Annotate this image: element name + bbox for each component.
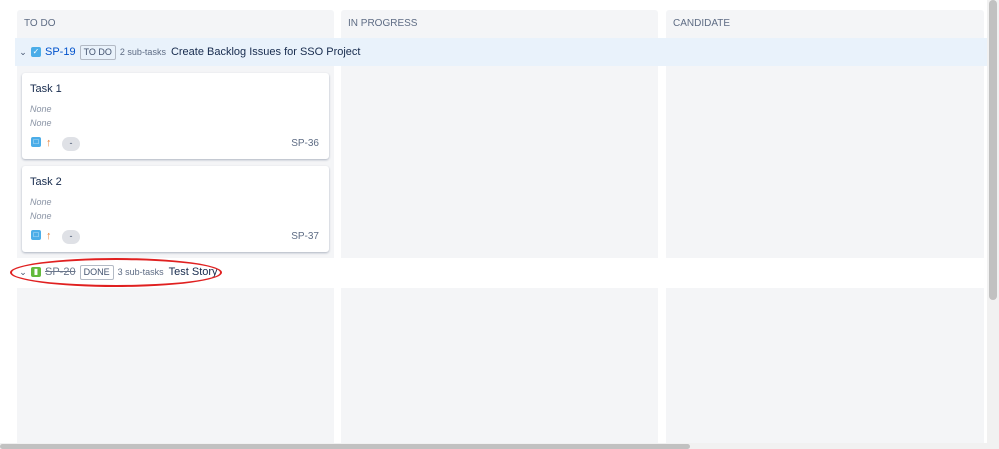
column-header-in-progress: IN PROGRESS bbox=[341, 10, 658, 38]
card-key: SP-36 bbox=[291, 138, 319, 149]
priority-high-icon: ↑ bbox=[46, 137, 52, 149]
subtask-icon: □ bbox=[31, 230, 41, 240]
column-cell-todo bbox=[17, 288, 334, 443]
swimlane-header-sp-20[interactable]: ⌄ ▮ SP-20 DONE 3 sub-tasks Test Story bbox=[15, 258, 987, 286]
card-field: None bbox=[30, 211, 52, 221]
issue-summary: Create Backlog Issues for SSO Project bbox=[170, 46, 361, 58]
task-checkbox-icon: ✓ bbox=[31, 47, 41, 57]
swimlane-header-sp-19[interactable]: ⌄ ✓ SP-19 TO DO 2 sub-tasks Create Backl… bbox=[15, 38, 987, 66]
subtask-count: 2 sub-tasks bbox=[119, 47, 166, 57]
horizontal-scrollbar-thumb[interactable] bbox=[0, 444, 690, 449]
vertical-scrollbar-thumb[interactable] bbox=[989, 0, 997, 300]
column-header-label: TO DO bbox=[24, 18, 56, 29]
column-cell-candidate bbox=[666, 288, 984, 443]
column-cell-in-progress bbox=[341, 288, 658, 443]
issue-key-link[interactable]: SP-20 bbox=[45, 266, 76, 278]
column-header-label: IN PROGRESS bbox=[348, 18, 418, 29]
card-title: Task 2 bbox=[30, 176, 62, 188]
subtask-count: 3 sub-tasks bbox=[117, 267, 164, 277]
status-badge: DONE bbox=[79, 264, 114, 280]
avatar[interactable]: - bbox=[62, 137, 80, 151]
column-cell-in-progress bbox=[341, 66, 658, 258]
column-cell-candidate bbox=[666, 66, 984, 258]
story-icon: ▮ bbox=[31, 267, 41, 277]
status-badge: TO DO bbox=[79, 44, 116, 60]
chevron-down-icon[interactable]: ⌄ bbox=[17, 47, 29, 58]
vertical-scrollbar[interactable] bbox=[987, 0, 999, 449]
card-key: SP-37 bbox=[291, 231, 319, 242]
column-header-todo: TO DO bbox=[17, 10, 334, 38]
card-field: None bbox=[30, 197, 52, 207]
card-field: None bbox=[30, 118, 52, 128]
column-header-label: CANDIDATE bbox=[673, 18, 731, 29]
issue-card-sp-37[interactable]: Task 2 None None □ ↑ - SP-37 bbox=[22, 166, 329, 252]
card-field: None bbox=[30, 104, 52, 114]
issue-key-link[interactable]: SP-19 bbox=[45, 46, 76, 58]
card-title: Task 1 bbox=[30, 83, 62, 95]
priority-high-icon: ↑ bbox=[46, 230, 52, 242]
issue-summary: Test Story bbox=[168, 266, 218, 278]
chevron-down-icon[interactable]: ⌄ bbox=[17, 267, 29, 278]
column-header-candidate: CANDIDATE bbox=[666, 10, 984, 38]
issue-card-sp-36[interactable]: Task 1 None None □ ↑ - SP-36 bbox=[22, 73, 329, 159]
subtask-icon: □ bbox=[31, 137, 41, 147]
avatar[interactable]: - bbox=[62, 230, 80, 244]
horizontal-scrollbar[interactable] bbox=[0, 443, 987, 449]
